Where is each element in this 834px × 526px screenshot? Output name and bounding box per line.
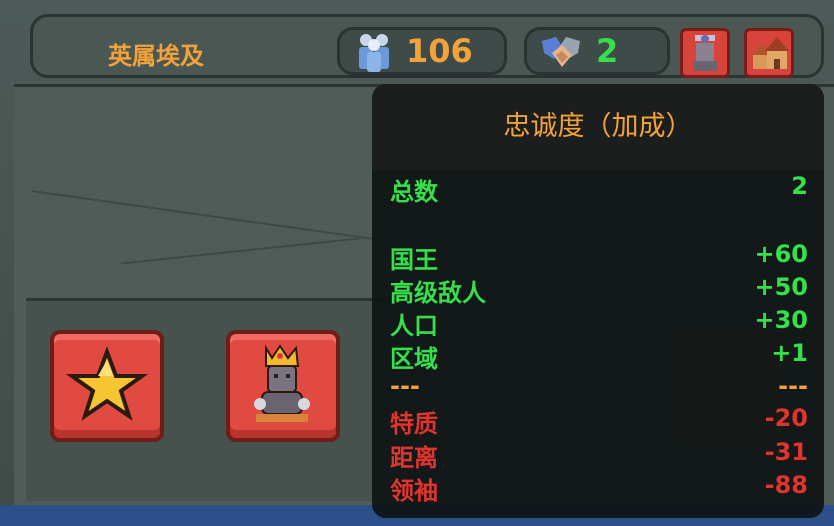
- penalty-value: -88: [764, 471, 808, 499]
- bonus-label: 人口: [390, 312, 438, 340]
- bonus-row: 高级敌人 +50: [390, 273, 808, 308]
- crowned-ruler-icon: [254, 344, 310, 422]
- total-value: 2: [791, 172, 808, 200]
- population-value: 106: [406, 32, 473, 70]
- city-icon: [751, 37, 789, 69]
- penalty-value: -20: [764, 404, 808, 432]
- ruler-button[interactable]: [226, 330, 340, 442]
- separator-value: ---: [778, 372, 808, 400]
- separator-row: --- ---: [390, 372, 808, 400]
- tooltip-title: 忠诚度（加成）: [372, 84, 824, 170]
- favorite-button[interactable]: [50, 330, 164, 442]
- total-label: 总数: [390, 178, 438, 206]
- bonus-value: +30: [754, 306, 808, 334]
- bonus-value: +50: [754, 273, 808, 301]
- penalty-value: -31: [764, 438, 808, 466]
- king-button[interactable]: [680, 28, 730, 78]
- handshake-icon: [542, 37, 580, 67]
- bonus-label: 区域: [390, 345, 438, 373]
- bonus-row: 区域 +1: [390, 339, 808, 374]
- penalty-label: 特质: [390, 410, 438, 438]
- loyalty-value: 2: [596, 32, 619, 70]
- bonus-label: 国王: [390, 246, 438, 274]
- bonus-label: 高级敌人: [390, 279, 486, 307]
- country-name: 英属埃及: [108, 42, 204, 70]
- penalty-row: 距离 -31: [390, 438, 808, 473]
- star-icon: [65, 346, 149, 421]
- penalty-row: 特质 -20: [390, 404, 808, 439]
- bonus-row: 国王 +60: [390, 240, 808, 275]
- bonus-value: +60: [754, 240, 808, 268]
- people-icon: [359, 34, 389, 72]
- penalty-label: 距离: [390, 444, 438, 472]
- loyalty-tooltip: 忠诚度（加成） 总数 2 国王 +60 高级敌人 +50 人口 +30 区域 +…: [372, 84, 824, 518]
- penalty-label: 领袖: [390, 477, 438, 505]
- bonus-value: +1: [771, 339, 808, 367]
- city-button[interactable]: [744, 28, 794, 78]
- separator-label: ---: [390, 372, 420, 400]
- bonus-row: 人口 +30: [390, 306, 808, 341]
- total-row: 总数 2: [390, 172, 808, 207]
- king-portrait-icon: [693, 35, 717, 71]
- penalty-row: 领袖 -88: [390, 471, 808, 506]
